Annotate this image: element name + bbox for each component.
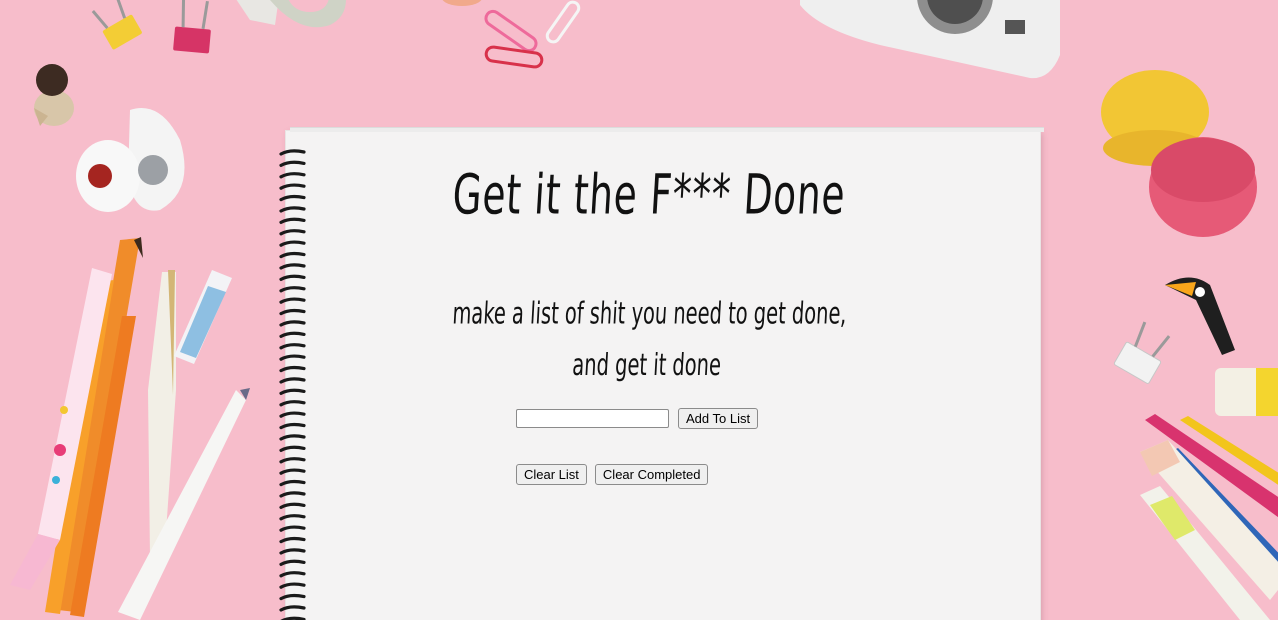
notebook-page: Get it the F*** Done make a list of shit… (279, 127, 1044, 620)
clear-completed-button[interactable]: Clear Completed (594, 464, 709, 485)
page-title: Get it the F*** Done (450, 163, 848, 228)
add-to-list-button[interactable]: Add To List (678, 408, 759, 429)
binder-clip-icon (173, 0, 211, 54)
todo-input[interactable] (516, 409, 669, 428)
macaron-icon (1101, 70, 1257, 237)
tagline-line-1: make a list of shit you need to get done… (451, 296, 848, 332)
pen-icon (118, 270, 250, 620)
bird-figurine-icon (34, 64, 74, 126)
todo-app: Get it the F*** Done make a list of shit… (286, 131, 1040, 620)
toucan-sticker-icon (1165, 277, 1235, 355)
eraser-stick-icon (174, 270, 232, 364)
tagline-line-2: and get it done (571, 348, 722, 384)
binder-clip-icon (91, 0, 142, 50)
eraser-icon (76, 108, 185, 212)
tagline: make a list of shit you need to get done… (382, 289, 913, 392)
binder-clip-icon (1113, 321, 1171, 384)
paper-clip-icon (484, 0, 581, 69)
clear-list-button[interactable]: Clear List (516, 464, 587, 485)
camera-icon (800, 0, 1060, 79)
add-item-form: Add To List (516, 408, 759, 429)
scissors-icon (236, 0, 346, 28)
paint-tube-icon (1215, 368, 1278, 416)
list-actions: Clear List Clear Completed (516, 464, 709, 485)
